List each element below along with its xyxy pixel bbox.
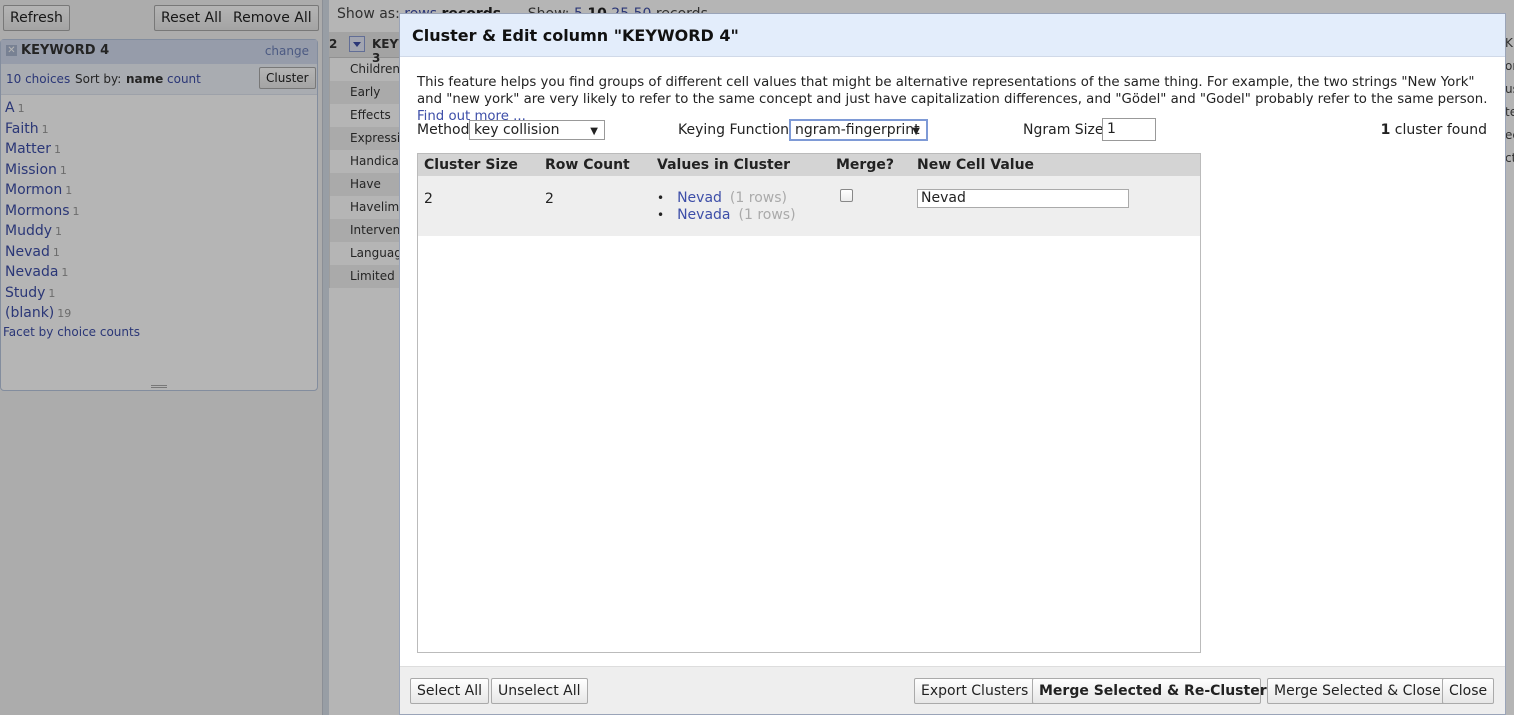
ngram-size-input[interactable]: 1 [1102, 118, 1156, 141]
dialog-header: Cluster & Edit column "KEYWORD 4" [400, 14, 1505, 57]
cluster-found-text: cluster found [1394, 122, 1487, 138]
cluster-values-list: Nevad(1 rows) Nevada(1 rows) [657, 190, 796, 224]
dialog-footer: Select All Unselect All Export Clusters … [400, 666, 1505, 714]
merge-checkbox[interactable] [840, 189, 853, 202]
new-cell-value-input[interactable]: Nevad [917, 189, 1129, 208]
header-values-in-cluster: Values in Cluster [657, 157, 791, 173]
keying-function-label: Keying Function [678, 122, 790, 138]
export-clusters-button[interactable]: Export Clusters [914, 678, 1036, 704]
merge-close-button[interactable]: Merge Selected & Close [1267, 678, 1448, 704]
header-cluster-size: Cluster Size [424, 157, 518, 173]
row-count-cell: 2 [545, 191, 554, 207]
cluster-value-link[interactable]: Nevada [677, 207, 730, 223]
list-item: Nevada (1 rows) [657, 206, 796, 224]
ngram-size-label: Ngram Size [1023, 122, 1104, 138]
cluster-value-rows: (1 rows) [729, 190, 787, 206]
keying-function-value: ngram-fingerprint [795, 122, 920, 138]
header-new-cell-value: New Cell Value [917, 157, 1035, 173]
cluster-found-status: 1 cluster found [1381, 122, 1487, 138]
cluster-found-count: 1 [1380, 122, 1391, 138]
merge-recluster-button[interactable]: Merge Selected & Re-Cluster [1032, 678, 1267, 704]
close-button[interactable]: Close [1442, 678, 1495, 704]
cluster-value-link[interactable]: Nevad [677, 190, 722, 206]
dropdown-arrow-icon: ▼ [912, 126, 920, 137]
description-text: This feature helps you find groups of di… [417, 75, 1488, 107]
keying-function-select[interactable]: ngram-fingerprint ▼ [789, 119, 928, 141]
dialog-description: This feature helps you find groups of di… [417, 74, 1492, 125]
method-select[interactable]: key collision ▼ [469, 120, 605, 140]
select-all-button[interactable]: Select All [410, 678, 489, 704]
cluster-table: Cluster Size Row Count Values in Cluster… [417, 153, 1201, 653]
unselect-all-button[interactable]: Unselect All [491, 678, 588, 704]
cluster-size-cell: 2 [424, 191, 433, 207]
method-value: key collision [474, 122, 560, 138]
cluster-value-rows: (1 rows) [738, 206, 796, 223]
method-label: Method [417, 122, 470, 138]
table-header: Cluster Size Row Count Values in Cluster… [418, 154, 1200, 176]
cluster-edit-dialog: Cluster & Edit column "KEYWORD 4" This f… [399, 13, 1506, 715]
dropdown-arrow-icon: ▼ [590, 126, 598, 137]
dialog-title: Cluster & Edit column "KEYWORD 4" [412, 26, 739, 45]
list-item: Nevad (1 rows) [657, 190, 796, 207]
header-merge: Merge? [836, 157, 894, 173]
table-row: 2 2 Nevad(1 rows) Nevada(1 rows) Nevad [418, 176, 1200, 236]
header-row-count: Row Count [545, 157, 630, 173]
